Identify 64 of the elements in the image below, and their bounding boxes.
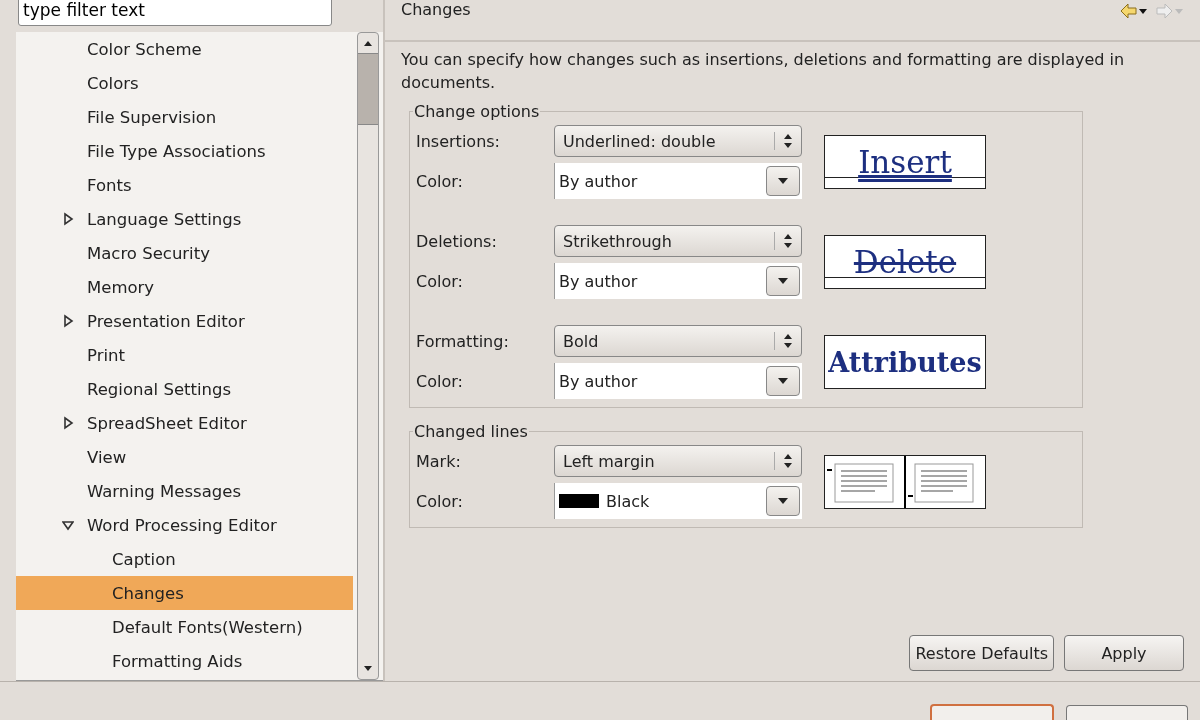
restore-defaults-button[interactable]: Restore Defaults (909, 635, 1054, 671)
expander-icon[interactable] (62, 212, 74, 226)
spin-box[interactable]: Strikethrough (554, 225, 802, 257)
preview-text: Attributes (828, 346, 982, 378)
preview-text: Delete (853, 244, 957, 280)
group-title: Change options (413, 102, 541, 121)
tree-item[interactable]: File Supervision (87, 107, 217, 127)
scrollbar[interactable] (357, 32, 379, 680)
up-down-arrows-icon (783, 233, 793, 249)
tree-item[interactable]: Macro Security (87, 243, 210, 263)
tree-item[interactable]: Colors (87, 73, 139, 93)
dropdown[interactable]: By author (554, 263, 802, 299)
tree-item[interactable]: Color Scheme (87, 39, 202, 59)
up-down-arrows-icon (783, 133, 793, 149)
tree-item[interactable]: Memory (87, 277, 155, 297)
expander-icon[interactable] (62, 314, 74, 328)
filter-field[interactable]: type filter text (18, 0, 332, 26)
back-arrow-icon[interactable] (1120, 3, 1148, 19)
dropdown[interactable]: Black (554, 483, 802, 519)
spin-box[interactable]: Left margin (554, 445, 802, 477)
field-label: Mark: (416, 451, 462, 471)
field-label: Color: (416, 491, 464, 511)
group-title: Changed lines (413, 422, 529, 441)
tree-item[interactable]: Fonts (87, 175, 132, 195)
tree-item[interactable]: Print (87, 345, 125, 365)
tree-item[interactable]: Caption (112, 549, 176, 569)
tree-item[interactable]: Warning Messages (87, 481, 241, 501)
tree-item[interactable]: File Type Associations (87, 141, 266, 161)
caret-down-icon (778, 498, 788, 504)
expander-icon[interactable] (62, 518, 74, 532)
field-label: Color: (416, 171, 464, 191)
caret-down-icon (778, 178, 788, 184)
spin-box[interactable]: Underlined: double (554, 125, 802, 157)
field-label: Insertions: (416, 131, 501, 151)
field-label: Deletions: (416, 231, 498, 251)
dropdown[interactable]: By author (554, 363, 802, 399)
tree-item[interactable]: Changes (112, 583, 184, 603)
preview-text: Insert (858, 144, 952, 180)
tree-item[interactable]: Word Processing Editor (87, 515, 277, 535)
scroll-thumb[interactable] (358, 53, 378, 125)
scroll-down-arrow-icon[interactable] (363, 666, 373, 672)
caret-down-icon (778, 378, 788, 384)
tree-item[interactable]: Formatting Aids (112, 651, 243, 671)
field-label: Color: (416, 271, 464, 291)
field-label: Formatting: (416, 331, 510, 351)
tree-item[interactable]: Default Fonts(Western) (112, 617, 303, 637)
up-down-arrows-icon (783, 453, 793, 469)
caret-down-icon (778, 278, 788, 284)
field-label: Color: (416, 371, 464, 391)
tree-item[interactable]: SpreadSheet Editor (87, 413, 247, 433)
dialog-button[interactable] (930, 704, 1054, 720)
dropdown[interactable]: By author (554, 163, 802, 199)
tree-item[interactable]: Regional Settings (87, 379, 232, 399)
apply-button[interactable]: Apply (1064, 635, 1184, 671)
up-down-arrows-icon (783, 333, 793, 349)
spin-box[interactable]: Bold (554, 325, 802, 357)
dialog-button[interactable] (1066, 705, 1188, 720)
tree-item[interactable]: Language Settings (87, 209, 242, 229)
scroll-up-arrow-icon[interactable] (363, 40, 373, 46)
page-title: Changes (401, 0, 471, 19)
expander-icon[interactable] (62, 416, 74, 430)
tree-item[interactable]: View (87, 447, 127, 467)
description-text: You can specify how changes such as insertions, deletions and formatting are displayed in documents. (401, 49, 1126, 94)
tree-item[interactable]: Presentation Editor (87, 311, 245, 331)
